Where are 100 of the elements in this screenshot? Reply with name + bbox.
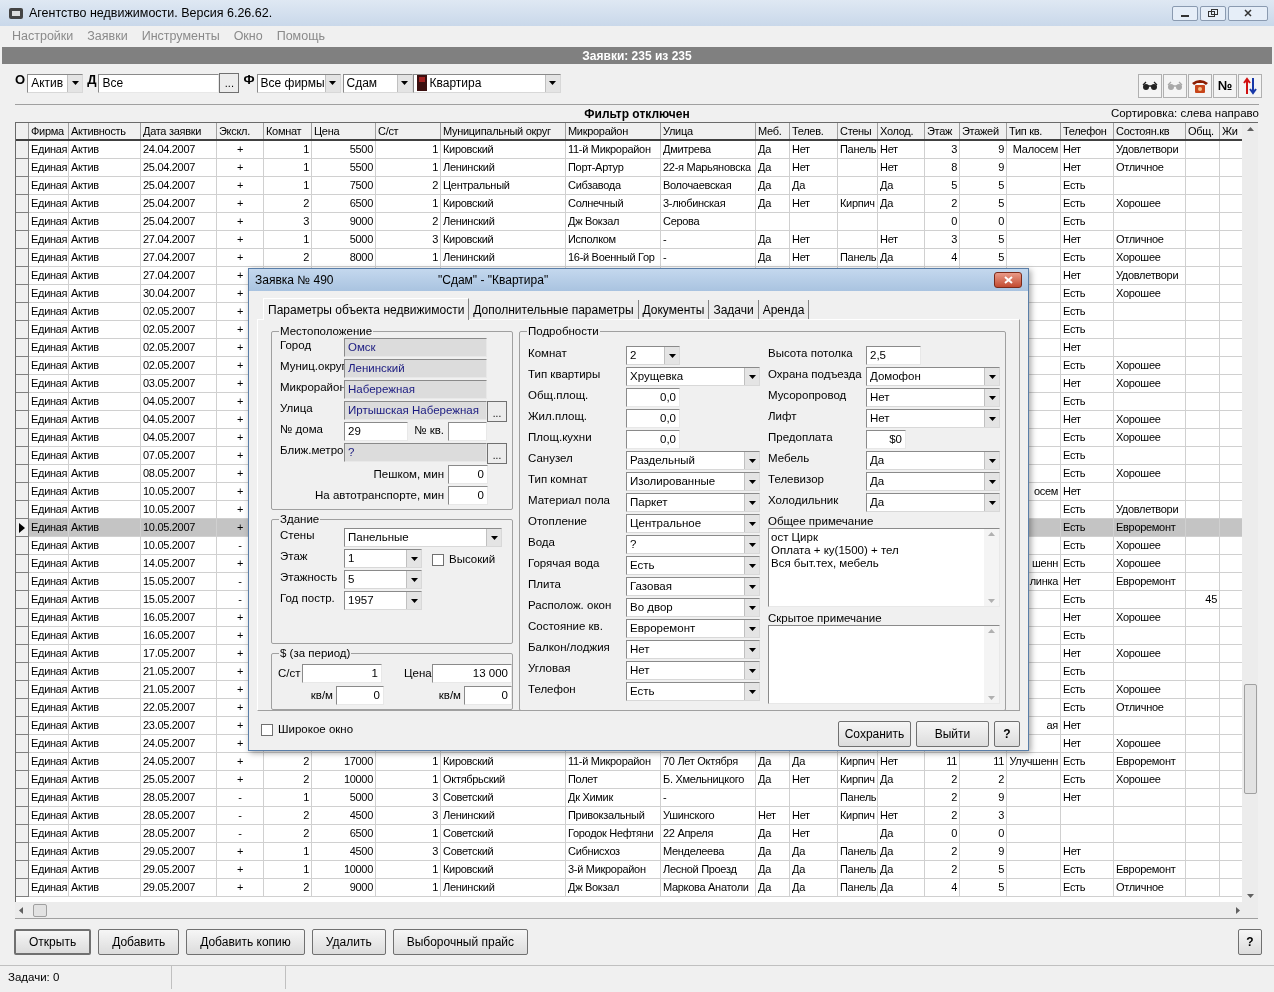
tab[interactable]: Задачи [709,300,759,319]
action-button[interactable]: Добавить [98,929,180,955]
dropdown[interactable]: Панельные [344,528,502,548]
column-header[interactable]: Этаж [925,123,960,139]
column-header[interactable]: Телефон [1061,123,1114,139]
help-button[interactable]: ? [1238,929,1262,955]
table-row[interactable]: Единая Актив 25.04.2007 + 1 7500 2 Центральный Сибзавода Волочаевская Да Да Да 5 5 Есть [16,177,1242,195]
dropdown[interactable]: Все фирмы [256,73,341,93]
column-header[interactable]: Активность [69,123,141,139]
table-row[interactable]: Единая Актив 27.04.2007 + 2 8000 1 Ленинский 16-й Военный Гор - Да Нет Панель Да 4 5 Есть Хорошее [16,249,1242,267]
dropdown[interactable]: Раздельный [626,451,760,470]
column-header[interactable]: Комнат [264,123,312,139]
text-field[interactable]: 0,0 [626,388,680,407]
dropdown[interactable]: Евроремонт [626,619,760,638]
column-header[interactable]: Общ. [1186,123,1220,139]
dropdown[interactable]: Паркет [626,493,760,512]
table-row[interactable]: Единая Актив 29.05.2007 + 2 9000 1 Ленинский Дж Вокзал Маркова Анатоли Да Да Панель Да 4 5 Есть Отличное [16,879,1242,897]
text-field[interactable]: 29 [344,422,408,441]
dropdown[interactable]: Квартира [412,73,561,93]
table-row[interactable]: Единая Актив 28.05.2007 - 2 4500 3 Ленинский Привокзальный Ушинского Нет Нет Кирпич Нет 2 3 [16,807,1242,825]
table-row[interactable]: Единая Актив 28.05.2007 - 2 6500 1 Советский Городок Нефтяни 22 Апреля Да Нет Да 0 0 [16,825,1242,843]
dropdown[interactable]: Есть [626,556,760,575]
text-field[interactable]: 0 [336,685,384,705]
text-field[interactable]: 13 000 [432,663,512,683]
text-field[interactable]: 0 [464,685,512,705]
scrollbar[interactable] [984,626,999,703]
tab[interactable]: Дополнительные параметры [469,300,639,319]
column-header[interactable]: Тип кв. [1007,123,1061,139]
text-field[interactable]: $0 [866,430,906,449]
table-row[interactable]: Единая Актив 25.04.2007 + 3 9000 2 Ленинский Дж Вокзал Серова 0 0 Есть [16,213,1242,231]
column-header[interactable]: Микрорайон [566,123,661,139]
table-row[interactable]: Единая Актив 25.04.2007 + 2 6500 1 Кировский Солнечный 3-любинская Да Нет Кирпич Да 2 5 Есть Хорошее [16,195,1242,213]
column-header[interactable]: Фирма [29,123,69,139]
column-header[interactable]: Цена [312,123,376,139]
column-header[interactable]: Меб. [756,123,790,139]
browse-button[interactable]: ... [219,73,240,93]
browse-button[interactable]: ... [487,401,507,422]
dropdown[interactable]: Да [866,472,1000,491]
dropdown[interactable]: 5 [344,570,422,590]
column-header[interactable]: Жи [1220,123,1242,139]
column-header[interactable]: Телев. [790,123,838,139]
toolbar-button[interactable] [1138,74,1162,98]
restore-button[interactable] [1200,5,1226,21]
action-button[interactable]: Добавить копию [186,929,305,955]
dropdown[interactable]: Изолированные [626,472,760,491]
tab[interactable]: Аренда [758,300,810,319]
action-button[interactable]: Открыть [14,929,92,955]
browse-button[interactable]: ... [487,443,507,464]
toolbar-button[interactable] [1238,74,1262,98]
column-header[interactable] [16,123,29,139]
dropdown[interactable]: Домофон [866,367,1000,386]
dropdown[interactable]: Есть [626,682,760,701]
text-field[interactable]: Набережная [344,380,487,399]
dropdown[interactable]: Во двор [626,598,760,617]
table-row[interactable]: Единая Актив 29.05.2007 + 1 10000 1 Кировский 3-й Микрорайон Лесной Проезд Да Да Панель Да 2 5 Есть Евроремонт [16,861,1242,879]
text-field[interactable]: Ленинский [344,359,487,378]
dropdown[interactable]: 1 [344,549,422,569]
column-header[interactable]: Стены [838,123,878,139]
dialog-button[interactable]: Сохранить [838,721,911,747]
row-header[interactable] [16,519,29,537]
dropdown[interactable]: 2 [626,346,680,365]
checkbox[interactable] [261,724,273,736]
text-field[interactable] [448,422,487,441]
text-field[interactable]: 0 [448,465,488,484]
action-button[interactable]: Удалить [311,929,386,955]
text-field[interactable]: Иртышская Набережная [344,401,487,420]
scrollbar-thumb[interactable] [33,903,47,917]
column-header[interactable]: Холод. [878,123,925,139]
help-button[interactable]: ? [994,721,1020,747]
table-row[interactable]: Единая Актив 28.05.2007 - 1 5000 3 Советский Дк Химик - Панель 2 9 Нет [16,789,1242,807]
column-header[interactable]: Экскл. [217,123,264,139]
table-row[interactable]: Единая Актив 25.04.2007 + 1 5500 1 Ленинский Порт-Артур 22-я Марьяновска Да Нет Нет 8 9 Нет Отличное [16,159,1242,177]
table-row[interactable]: Единая Актив 29.05.2007 + 1 4500 3 Советский Сибнисхоз Менделеева Да Да Панель Да 2 9 Нет [16,843,1242,861]
text-field[interactable]: 0,0 [626,430,680,449]
dropdown[interactable]: Хрущевка [626,367,760,386]
dropdown[interactable]: Нет [866,388,1000,407]
close-button[interactable] [994,272,1022,288]
table-row[interactable]: Единая Актив 25.05.2007 + 2 10000 1 Октябрьский Полет Б. Хмельницкого Да Нет Кирпич Да 2 2 Есть Хорошее [16,771,1242,789]
column-header[interactable]: Улица [661,123,756,139]
checkbox[interactable] [432,554,444,566]
dropdown[interactable]: 1957 [344,591,422,611]
dialog-button[interactable]: Выйти [916,721,989,747]
column-header[interactable]: С/ст [376,123,441,139]
column-header[interactable]: Муниципальный округ [441,123,566,139]
text-area[interactable]: ост Цирк Оплата + ку(1500) + тел Вся быт.тех, мебель [768,528,1000,607]
text-field[interactable]: 0 [448,486,488,505]
text-field[interactable]: Все [98,73,220,93]
dropdown[interactable]: ? [626,535,760,554]
tab[interactable]: Параметры объекта недвижимости [263,298,470,320]
text-field[interactable]: ? [344,443,487,462]
column-header[interactable]: Дата заявки [141,123,217,139]
text-field[interactable]: 2,5 [866,346,921,365]
scrollbar-thumb[interactable] [1243,684,1257,794]
dropdown[interactable]: Центральное [626,514,760,533]
scrollbar[interactable] [984,529,999,606]
text-field[interactable]: Омск [344,338,487,357]
tab[interactable]: Документы [638,300,710,319]
dropdown[interactable]: Нет [626,640,760,659]
table-row[interactable]: Единая Актив 24.04.2007 + 1 5500 1 Кировский 11-й Микрорайон Дмитрева Да Нет Панель Нет 3 9 Малосем Нет Удовлетвори [16,141,1242,159]
column-header[interactable]: Состоян.кв [1114,123,1186,139]
